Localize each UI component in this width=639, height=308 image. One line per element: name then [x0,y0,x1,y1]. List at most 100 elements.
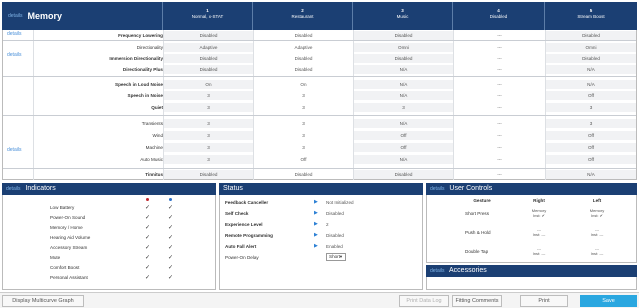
memory-cell[interactable]: N/A [354,155,453,164]
memory-cell[interactable]: Disabled [254,31,353,40]
memory-cell[interactable]: 3 [164,91,253,100]
check-icon[interactable]: ✓ [145,254,150,262]
double-tap-left[interactable]: --- Inst: --- [577,246,617,256]
memory-column-3[interactable]: 3 Music [352,2,452,30]
check-icon[interactable]: ✓ [145,274,150,282]
indicators-details-link[interactable]: details [6,186,20,192]
check-icon[interactable]: ✓ [145,234,150,242]
memory-cell[interactable]: --- [454,54,545,63]
memory-cell[interactable]: N/A [546,65,636,74]
memory-cell[interactable]: 3 [254,91,353,100]
memory-cell[interactable]: --- [454,65,545,74]
push-hold-right[interactable]: --- Inst: --- [519,227,559,237]
memory-cell[interactable]: Adaptive [254,43,353,52]
memory-cell[interactable]: N/A [354,80,453,89]
check-icon[interactable]: ✓ [168,264,173,272]
memory-column-1[interactable]: 1 Normal, x-STAT [162,2,252,30]
memory-cell[interactable]: N/A [546,170,636,179]
memory-cell[interactable]: Disabled [164,170,253,179]
double-tap-right[interactable]: --- Inst: --- [519,246,559,256]
save-button[interactable]: Save [580,295,637,307]
memory-cell[interactable]: 3 [164,103,253,112]
arrow-right-icon[interactable]: ▶ [314,209,318,218]
display-multicurve-graph-button[interactable]: Display Multicurve Graph [2,295,84,307]
memory-cell[interactable]: Disabled [164,31,253,40]
memory-cell[interactable]: --- [454,31,545,40]
memory-cell[interactable]: Disabled [354,170,453,179]
memory-cell[interactable]: Off [546,91,636,100]
memory-cell[interactable]: --- [454,119,545,128]
check-icon[interactable]: ✓ [145,214,150,222]
memory-cell[interactable]: On [164,80,253,89]
push-hold-left[interactable]: --- Inst: --- [577,227,617,237]
memory-cell[interactable]: Disabled [254,170,353,179]
memory-cell[interactable]: 3 [546,119,636,128]
memory-cell[interactable]: --- [454,103,545,112]
memory-cell[interactable]: 3 [164,131,253,140]
memory-cell[interactable]: Omni [546,43,636,52]
memory-cell[interactable]: N/A [354,119,453,128]
memory-cell[interactable]: --- [454,170,545,179]
memory-cell[interactable]: 3 [354,103,453,112]
memory-cell[interactable]: N/A [546,80,636,89]
memory-cell[interactable]: 3 [546,103,636,112]
memory-column-5[interactable]: 5 Stream Boost [544,2,637,30]
memory-cell[interactable]: Adaptive [164,43,253,52]
memory-cell[interactable]: N/A [354,65,453,74]
short-press-right[interactable]: Memory Inst: ✔ [519,208,559,218]
memory-cell[interactable]: Disabled [164,54,253,63]
memory-cell[interactable]: 3 [164,143,253,152]
check-icon[interactable]: ✓ [168,274,173,282]
memory-cell[interactable]: 3 [254,103,353,112]
memory-cell[interactable]: Off [354,131,453,140]
memory-cell[interactable]: Off [254,155,353,164]
arrow-right-icon[interactable]: ▶ [314,198,318,207]
memory-cell[interactable]: --- [454,43,545,52]
memory-cell[interactable]: Disabled [254,65,353,74]
check-icon[interactable]: ✓ [168,244,173,252]
memory-cell[interactable]: --- [454,131,545,140]
arrow-right-icon[interactable]: ▶ [314,231,318,240]
accessories-details-link[interactable]: details [430,268,444,274]
memory-cell[interactable]: Off [354,143,453,152]
memory-cell[interactable]: Disabled [354,54,453,63]
memory-column-4[interactable]: 4 Disabled [452,2,544,30]
memory-cell[interactable]: Disabled [354,31,453,40]
check-icon[interactable]: ✓ [145,224,150,232]
memory-cell[interactable]: 3 [254,119,353,128]
memory-cell[interactable]: Off [546,155,636,164]
memory-cell[interactable]: 3 [164,119,253,128]
print-data-log-button[interactable]: Print Data Log [399,295,449,307]
memory-cell[interactable]: Disabled [164,65,253,74]
memory-column-2[interactable]: 2 Restaurant [252,2,352,30]
check-icon[interactable]: ✓ [168,234,173,242]
power-on-delay-select[interactable]: Short ▼ [326,253,346,261]
check-icon[interactable]: ✓ [168,224,173,232]
check-icon[interactable]: ✓ [168,214,173,222]
memory-details-link[interactable]: details [8,13,22,19]
memory-cell[interactable]: Off [546,131,636,140]
memory-cell[interactable]: --- [454,143,545,152]
print-button[interactable]: Print [520,295,568,307]
check-icon[interactable]: ✓ [168,204,173,212]
memory-cell[interactable]: 3 [254,143,353,152]
memory-cell[interactable]: Disabled [546,54,636,63]
memory-cell[interactable]: --- [454,80,545,89]
check-icon[interactable]: ✓ [145,204,150,212]
short-press-left[interactable]: Memory Inst: ✔ [577,208,617,218]
memory-cell[interactable]: 3 [254,131,353,140]
memory-cell[interactable]: --- [454,91,545,100]
memory-cell[interactable]: N/A [354,91,453,100]
memory-cell[interactable]: 3 [164,155,253,164]
fitting-comments-button[interactable]: Fitting Comments [452,295,502,307]
user-controls-details-link[interactable]: details [430,186,444,192]
arrow-right-icon[interactable]: ▶ [314,242,318,251]
memory-cell[interactable]: Disabled [254,54,353,63]
memory-cell[interactable]: Disabled [546,31,636,40]
check-icon[interactable]: ✓ [145,244,150,252]
memory-cell[interactable]: Omni [354,43,453,52]
memory-cell[interactable]: --- [454,155,545,164]
check-icon[interactable]: ✓ [168,254,173,262]
memory-cell[interactable]: Off [546,143,636,152]
memory-cell[interactable]: On [254,80,353,89]
